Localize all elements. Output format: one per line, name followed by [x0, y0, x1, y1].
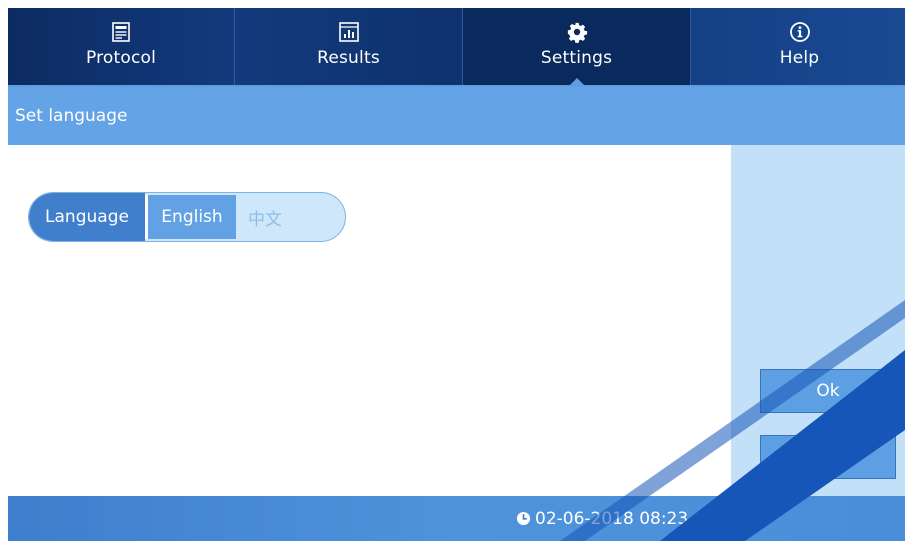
section-title: Set language	[8, 87, 905, 145]
language-option-english[interactable]: English	[145, 195, 236, 239]
screen: Protocol Results Settings Help Set langu…	[0, 0, 905, 541]
protocol-icon	[109, 20, 133, 44]
tab-help-label: Help	[779, 48, 820, 68]
tab-protocol-label: Protocol	[85, 48, 157, 68]
datetime-text: 02-06-2018 08:23	[535, 508, 689, 529]
clock-icon	[516, 511, 531, 526]
tab-settings[interactable]: Settings	[463, 8, 691, 87]
back-button[interactable]: Back	[760, 435, 896, 479]
active-tab-indicator	[567, 78, 586, 87]
tab-results-label: Results	[317, 48, 380, 68]
ok-button[interactable]: Ok	[760, 369, 896, 413]
tab-settings-label: Settings	[540, 48, 613, 68]
top-navigation: Protocol Results Settings Help	[8, 8, 905, 87]
info-icon	[788, 20, 812, 44]
tab-protocol[interactable]: Protocol	[8, 8, 235, 87]
tab-help[interactable]: Help	[691, 8, 905, 87]
clock: 02-06-2018 08:23	[516, 496, 688, 541]
tab-results[interactable]: Results	[235, 8, 463, 87]
language-option-chinese[interactable]: 中文	[236, 193, 294, 241]
status-bar: 02-06-2018 08:23	[8, 496, 905, 541]
results-chart-icon	[337, 20, 361, 44]
action-panel: Ok Back	[731, 145, 905, 496]
language-label: Language	[29, 193, 145, 241]
main-content: Language English 中文	[8, 145, 731, 496]
gear-icon	[565, 20, 589, 44]
language-selector: Language English 中文	[28, 192, 346, 242]
